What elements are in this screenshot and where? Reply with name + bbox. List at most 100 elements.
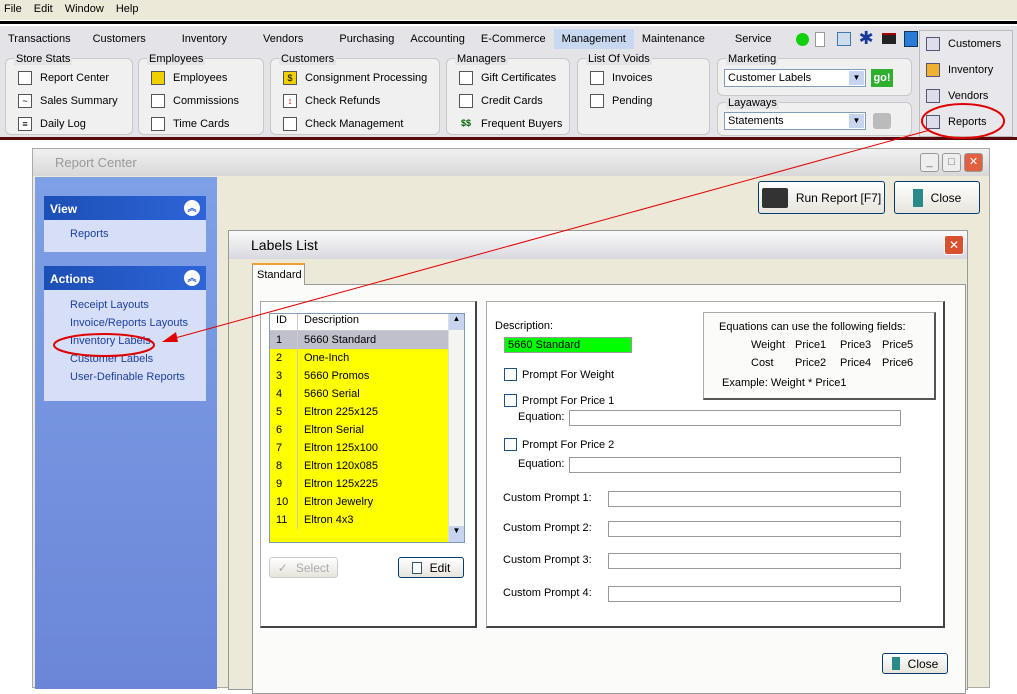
checkbox[interactable]	[504, 394, 517, 407]
prompt-weight-checkbox[interactable]: Prompt For Weight	[504, 368, 614, 381]
nav-inventory[interactable]: Inventory	[926, 63, 993, 77]
time-cards-button[interactable]: Time Cards	[151, 117, 229, 131]
menu-help[interactable]: Help	[116, 3, 139, 17]
panel-header[interactable]: View ︽	[44, 196, 206, 220]
panel-header[interactable]: Actions ︽	[44, 266, 206, 290]
list-item[interactable]: 11 Eltron 4x3	[270, 511, 464, 529]
refund-icon: ↕	[283, 94, 297, 108]
tab-transactions[interactable]: Transactions	[0, 29, 79, 49]
custom-prompt-3-input[interactable]	[608, 553, 901, 569]
tab-ecommerce[interactable]: E-Commerce	[473, 29, 554, 49]
employees-button[interactable]: Employees	[151, 71, 227, 85]
tab-maintenance[interactable]: Maintenance	[634, 29, 713, 49]
sidebar-item-reports[interactable]: Reports	[44, 220, 206, 243]
sales-summary-button[interactable]: ~ Sales Summary	[18, 94, 118, 108]
column-id[interactable]: ID	[270, 314, 298, 330]
tab-accounting[interactable]: Accounting	[402, 29, 472, 49]
list-item[interactable]: 10 Eltron Jewelry	[270, 493, 464, 511]
edit-button[interactable]: Edit	[398, 557, 464, 578]
close-dialog-button[interactable]: ✕	[944, 235, 964, 255]
custom-prompt-1-input[interactable]	[608, 491, 901, 507]
calendar-icon[interactable]	[881, 33, 896, 44]
commissions-button[interactable]: Commissions	[151, 94, 239, 108]
collapse-icon[interactable]: ︽	[184, 270, 200, 286]
consignment-processing-button[interactable]: $ Consignment Processing	[283, 71, 427, 85]
gift-certificates-button[interactable]: Gift Certificates	[459, 71, 556, 85]
label: Daily Log	[40, 118, 86, 130]
printer-icon[interactable]	[873, 113, 891, 129]
collapse-icon[interactable]: ︽	[184, 200, 200, 216]
list-item[interactable]: 5 Eltron 225x125	[270, 403, 464, 421]
dialog-close-button[interactable]: Close	[882, 653, 948, 674]
status-green-icon[interactable]	[795, 33, 809, 46]
run-report-button[interactable]: Run Report [F7]	[758, 181, 885, 214]
menu-window[interactable]: Window	[65, 3, 104, 17]
select-button[interactable]: ✓ Select	[269, 557, 338, 578]
frequent-buyers-button[interactable]: $$ Frequent Buyers	[459, 117, 562, 131]
description-field[interactable]: 5660 Standard	[504, 337, 632, 353]
menu-edit[interactable]: Edit	[34, 3, 53, 17]
label: Commissions	[173, 95, 240, 107]
list-item[interactable]: 1 5660 Standard	[270, 331, 464, 349]
tab-standard[interactable]: Standard	[252, 263, 305, 285]
calculator-icon[interactable]	[903, 31, 918, 47]
marketing-select[interactable]: Customer Labels ▼	[724, 69, 866, 87]
labels-list[interactable]: ID Description 1 5660 Standard 2 One-Inch 3 56…	[269, 313, 465, 543]
list-item[interactable]: 2 One-Inch	[270, 349, 464, 367]
item-id: 2	[270, 349, 298, 367]
close-window-button[interactable]: ✕	[964, 153, 983, 172]
prompt-price1-checkbox[interactable]: Prompt For Price 1	[504, 394, 614, 407]
tab-service[interactable]: Service	[727, 29, 780, 49]
maximize-button[interactable]: □	[942, 153, 961, 172]
layaways-select[interactable]: Statements ▼	[724, 112, 866, 130]
sidebar-item-user-reports[interactable]: User-Definable Reports	[44, 368, 206, 386]
list-item[interactable]: 9 Eltron 125x225	[270, 475, 464, 493]
list-item[interactable]: 8 Eltron 120x085	[270, 457, 464, 475]
custom-prompt-2-input[interactable]	[608, 521, 901, 537]
tab-inventory[interactable]: Inventory	[174, 29, 235, 49]
sidebar-item-invoice-layouts[interactable]: Invoice/Reports Layouts	[44, 314, 206, 332]
pending-button[interactable]: Pending	[590, 94, 652, 108]
invoices-button[interactable]: Invoices	[590, 71, 652, 85]
custom-prompt-4-input[interactable]	[608, 586, 901, 602]
item-description: Eltron Jewelry	[304, 496, 374, 508]
report-center-button[interactable]: Report Center	[18, 71, 109, 85]
column-description[interactable]: Description	[298, 314, 359, 330]
sidebar-item-receipt-layouts[interactable]: Receipt Layouts	[44, 296, 206, 314]
sidebar-item-customer-labels[interactable]: Customer Labels	[44, 350, 206, 368]
tab-management[interactable]: Management	[553, 29, 634, 49]
nav-reports[interactable]: Reports	[926, 115, 987, 129]
chart-icon[interactable]	[836, 32, 851, 46]
scroll-up-icon[interactable]: ▲	[449, 314, 464, 330]
scroll-down-icon[interactable]: ▼	[449, 526, 464, 542]
scrollbar[interactable]: ▲ ▼	[448, 314, 464, 542]
tab-customers[interactable]: Customers	[85, 29, 154, 49]
menu-file[interactable]: File	[4, 3, 22, 17]
check-refunds-button[interactable]: ↕ Check Refunds	[283, 94, 380, 108]
daily-log-button[interactable]: ≡ Daily Log	[18, 117, 86, 131]
checkbox[interactable]	[504, 438, 517, 451]
asterisk-icon[interactable]: ✱	[859, 29, 878, 49]
equation1-input[interactable]	[569, 410, 901, 426]
go-button[interactable]: go!	[871, 69, 893, 87]
checkbox[interactable]	[504, 368, 517, 381]
list-item[interactable]: 6 Eltron Serial	[270, 421, 464, 439]
close-button[interactable]: Close	[894, 181, 980, 214]
tab-purchasing[interactable]: Purchasing	[331, 29, 402, 49]
label: Run Report [F7]	[795, 190, 882, 205]
equation2-input[interactable]	[569, 457, 901, 473]
nav-customers[interactable]: Customers	[926, 37, 1001, 51]
minimize-button[interactable]: _	[920, 153, 939, 172]
sidebar-item-inventory-labels[interactable]: Inventory Labels	[44, 332, 206, 350]
tab-vendors[interactable]: Vendors	[255, 29, 311, 49]
check-management-button[interactable]: Check Management	[283, 117, 403, 131]
prompt-price2-checkbox[interactable]: Prompt For Price 2	[504, 438, 614, 451]
list-item[interactable]: 7 Eltron 125x100	[270, 439, 464, 457]
list-item[interactable]: 3 5660 Promos	[270, 367, 464, 385]
label: Close	[907, 656, 939, 671]
vendors-icon	[926, 89, 940, 103]
nav-vendors[interactable]: Vendors	[926, 89, 988, 103]
list-item[interactable]: 4 5660 Serial	[270, 385, 464, 403]
credit-cards-button[interactable]: Credit Cards	[459, 94, 543, 108]
notes-icon[interactable]	[814, 32, 825, 47]
